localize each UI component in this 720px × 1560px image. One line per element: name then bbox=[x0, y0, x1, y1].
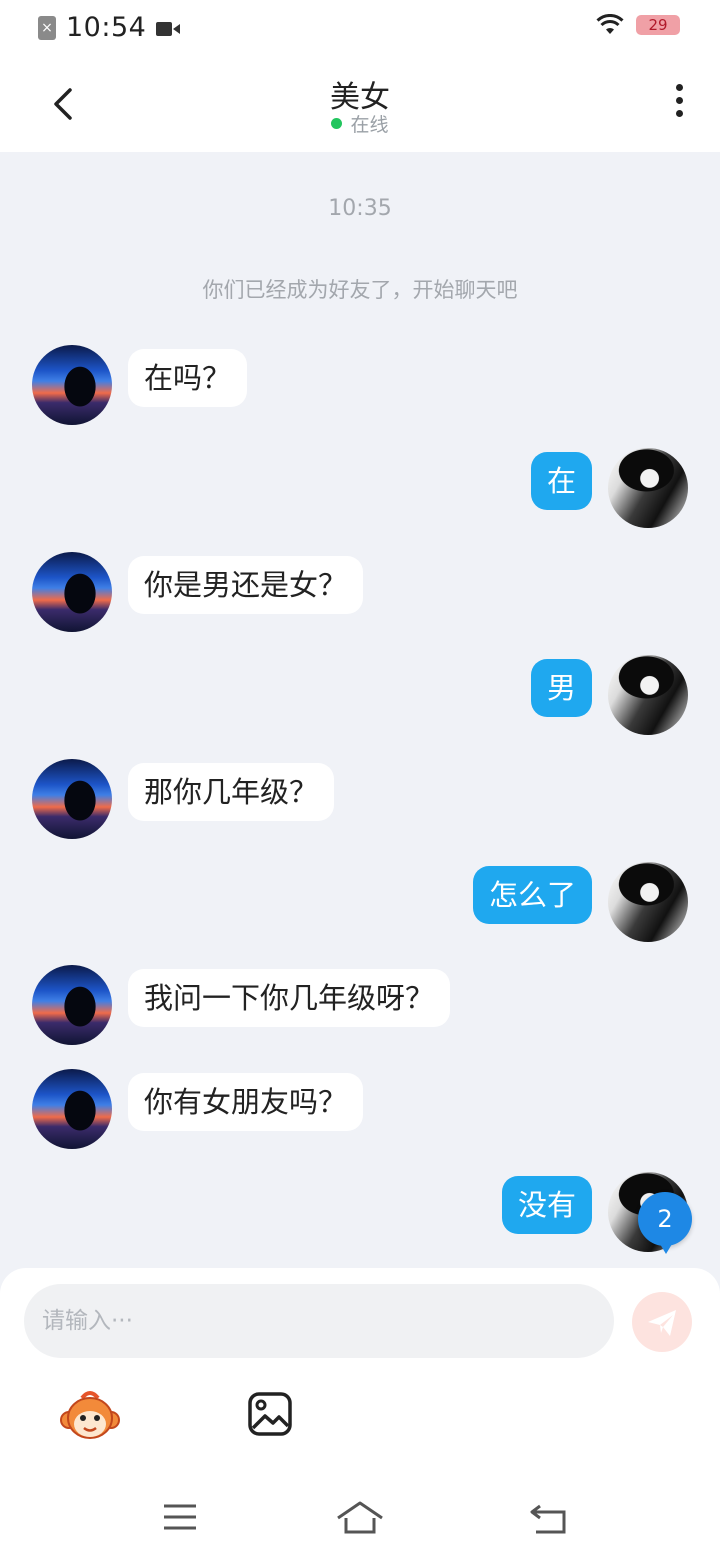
self-avatar[interactable] bbox=[608, 448, 688, 528]
wifi-icon bbox=[596, 14, 624, 34]
contact-avatar[interactable] bbox=[32, 345, 112, 425]
status-right: 29 bbox=[596, 14, 680, 36]
self-avatar[interactable] bbox=[608, 862, 688, 942]
self-avatar[interactable] bbox=[608, 655, 688, 735]
chat-header: 美女 在线 bbox=[0, 56, 720, 152]
video-recording-icon bbox=[156, 20, 181, 36]
menu-icon[interactable] bbox=[162, 1502, 198, 1532]
status-left: × 10:54 bbox=[38, 12, 181, 43]
message-row: 在 bbox=[0, 448, 720, 528]
message-row: 在吗？ bbox=[0, 345, 720, 425]
home-icon[interactable] bbox=[336, 1500, 384, 1534]
presence-status: 在线 bbox=[0, 110, 720, 137]
no-sim-icon: × bbox=[38, 15, 56, 40]
message-bubble[interactable]: 我问一下你几年级呀？ bbox=[128, 969, 451, 1027]
input-panel bbox=[0, 1268, 720, 1470]
message-row: 怎么了 bbox=[0, 862, 720, 942]
message-row: 男 bbox=[0, 655, 720, 735]
status-bar: × 10:54 29 bbox=[0, 0, 720, 56]
message-row: 那你几年级？ bbox=[0, 759, 720, 839]
message-row: 你是男还是女？ bbox=[0, 552, 720, 632]
message-bubble[interactable]: 那你几年级？ bbox=[128, 763, 335, 821]
send-button[interactable] bbox=[632, 1292, 692, 1352]
presence-label: 在线 bbox=[350, 114, 389, 136]
message-bubble[interactable]: 你有女朋友吗？ bbox=[128, 1073, 364, 1131]
message-bubble[interactable]: 在 bbox=[530, 452, 592, 510]
contact-avatar[interactable] bbox=[32, 1069, 112, 1149]
contact-avatar[interactable] bbox=[32, 965, 112, 1045]
back-nav-icon[interactable] bbox=[530, 1502, 568, 1534]
message-input[interactable] bbox=[24, 1284, 614, 1358]
unread-count-badge[interactable]: 2 bbox=[638, 1192, 692, 1254]
online-dot-icon bbox=[331, 118, 343, 129]
message-bubble[interactable]: 男 bbox=[530, 659, 592, 717]
contact-avatar[interactable] bbox=[32, 759, 112, 839]
message-list[interactable]: 10:35 你们已经成为好友了，开始聊天吧 在吗？ 在 你是男还是女？ 男 那你… bbox=[0, 152, 720, 1270]
message-bubble[interactable]: 在吗？ bbox=[128, 349, 248, 407]
message-row: 我问一下你几年级呀？ bbox=[0, 965, 720, 1045]
paper-plane-icon bbox=[648, 1310, 676, 1336]
status-time: 10:54 bbox=[66, 12, 147, 43]
monkey-emoji-icon[interactable] bbox=[60, 1388, 120, 1444]
message-bubble[interactable]: 没有 bbox=[501, 1176, 592, 1234]
chat-timestamp: 10:35 bbox=[328, 196, 392, 221]
more-options-icon[interactable] bbox=[672, 84, 686, 124]
contact-avatar[interactable] bbox=[32, 552, 112, 632]
message-bubble[interactable]: 怎么了 bbox=[472, 866, 592, 924]
system-note: 你们已经成为好友了，开始聊天吧 bbox=[202, 278, 518, 302]
message-row: 没有 bbox=[0, 1172, 720, 1252]
system-navigation-bar bbox=[0, 1470, 720, 1560]
battery-icon: 29 bbox=[636, 15, 680, 35]
message-row: 你有女朋友吗？ bbox=[0, 1069, 720, 1149]
message-bubble[interactable]: 你是男还是女？ bbox=[128, 556, 364, 614]
image-icon[interactable] bbox=[246, 1390, 294, 1438]
